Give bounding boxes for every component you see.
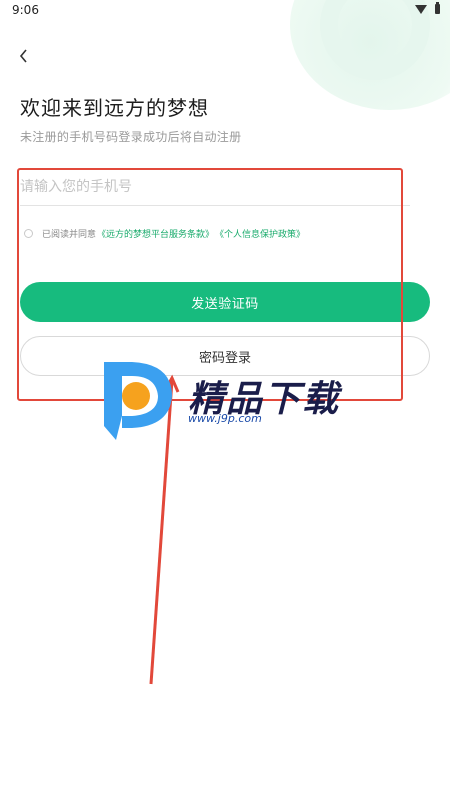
send-code-button[interactable]: 发送验证码 <box>20 282 430 322</box>
watermark-url: www.j9p.com <box>188 412 262 425</box>
watermark-logo-icon <box>104 362 172 440</box>
privacy-link[interactable]: 《个人信息保护政策》 <box>215 227 305 240</box>
agreement-row: 已阅读并同意 《远方的梦想平台服务条款》 《个人信息保护政策》 <box>24 227 305 240</box>
terms-link[interactable]: 《远方的梦想平台服务条款》 <box>97 227 214 240</box>
back-button[interactable] <box>12 44 36 68</box>
status-bar: 9:06 <box>0 0 450 22</box>
status-time: 9:06 <box>12 3 39 17</box>
wifi-icon <box>415 4 427 14</box>
status-icons <box>415 2 440 14</box>
page-title: 欢迎来到远方的梦想 <box>20 96 209 120</box>
page-subtitle: 未注册的手机号码登录成功后将自动注册 <box>20 130 242 144</box>
agreement-checkbox[interactable] <box>24 229 33 238</box>
phone-field <box>20 172 410 206</box>
phone-input[interactable] <box>20 172 410 202</box>
battery-icon <box>435 2 440 14</box>
chevron-left-icon <box>19 49 27 63</box>
agreement-text: 已阅读并同意 <box>42 230 97 240</box>
watermark: 精品下载 www.j9p.com <box>98 356 358 440</box>
